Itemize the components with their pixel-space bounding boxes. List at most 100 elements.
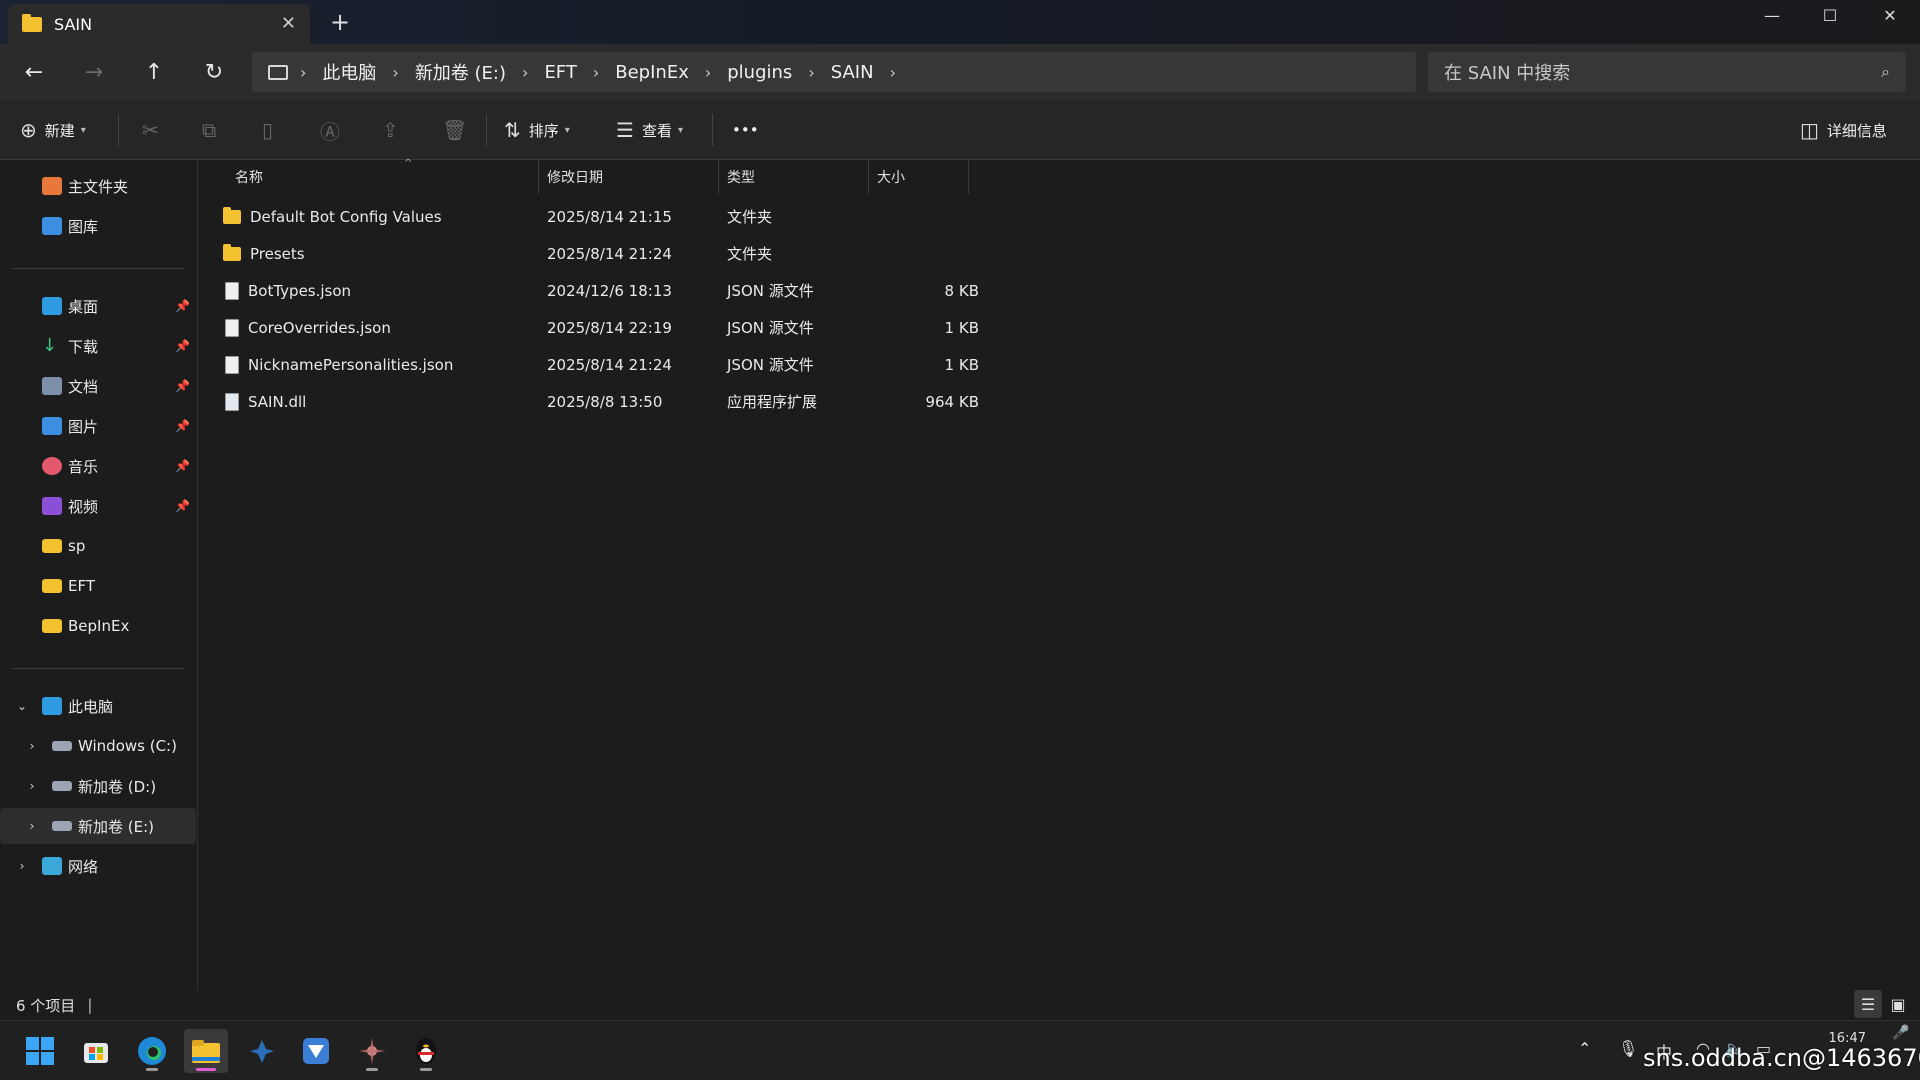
chevron-right-icon[interactable]: ›: [22, 779, 42, 793]
file-modified: 2024/12/6 18:13: [547, 281, 672, 300]
taskbar-app-2[interactable]: [294, 1029, 338, 1073]
taskbar-app-1[interactable]: [240, 1029, 284, 1073]
pin-icon[interactable]: 📌: [175, 499, 190, 513]
computer-icon: [268, 64, 288, 80]
details-pane-button[interactable]: ◫ 详细信息: [1800, 100, 1887, 160]
clipboard-icon: ▯: [262, 118, 274, 142]
tab-close-button[interactable]: ✕: [281, 13, 296, 34]
chevron-right-icon[interactable]: ›: [593, 63, 599, 82]
breadcrumb-this-pc[interactable]: 此电脑: [322, 59, 376, 85]
column-header-modified[interactable]: 修改日期: [539, 160, 719, 194]
chevron-right-icon[interactable]: ›: [300, 63, 306, 82]
chevron-right-icon[interactable]: ›: [22, 739, 42, 753]
file-list: 名称 ^ 修改日期 类型 大小 Default Bot Config Value…: [199, 158, 1920, 990]
more-options-button[interactable]: •••: [732, 100, 759, 160]
column-header-type[interactable]: 类型: [719, 160, 869, 194]
taskbar-edge[interactable]: [130, 1029, 174, 1073]
sidebar-item-drive-c[interactable]: › Windows (C:): [0, 728, 196, 764]
search-icon[interactable]: ⌕: [1881, 62, 1890, 82]
taskbar-file-explorer[interactable]: [184, 1029, 228, 1073]
forward-button[interactable]: →: [74, 54, 114, 90]
new-button[interactable]: ⊕ 新建 ▾: [20, 100, 86, 160]
sort-icon: ⇅: [504, 118, 521, 142]
sidebar-item-bepinex[interactable]: BepInEx: [0, 608, 196, 644]
breadcrumb-eft[interactable]: EFT: [544, 62, 576, 83]
pin-icon[interactable]: 📌: [175, 379, 190, 393]
sidebar-item-eft[interactable]: EFT: [0, 568, 196, 604]
minimize-button[interactable]: —: [1744, 0, 1800, 30]
chevron-right-icon[interactable]: ›: [522, 63, 528, 82]
maximize-button[interactable]: ☐: [1802, 0, 1858, 30]
table-row[interactable]: Default Bot Config Values 2025/8/14 21:1…: [219, 198, 1169, 235]
pin-icon[interactable]: 📌: [175, 459, 190, 473]
table-row[interactable]: NicknamePersonalities.json 2025/8/14 21:…: [219, 346, 1169, 383]
refresh-button[interactable]: ↻: [194, 54, 234, 90]
show-hidden-icons-button[interactable]: ⌃: [1578, 1039, 1591, 1058]
sidebar-item-desktop[interactable]: 桌面 📌: [0, 288, 196, 324]
sidebar-item-this-pc[interactable]: ⌄ 此电脑: [0, 688, 196, 724]
view-button[interactable]: ☰ 查看 ▾: [616, 100, 683, 160]
pin-icon[interactable]: 📌: [175, 339, 190, 353]
taskbar-app-3[interactable]: [350, 1029, 394, 1073]
pin-icon[interactable]: 📌: [175, 299, 190, 313]
file-name: NicknamePersonalities.json: [248, 355, 454, 374]
delete-button[interactable]: 🗑: [442, 100, 475, 160]
tab-title: SAIN: [54, 14, 93, 34]
file-modified: 2025/8/14 21:24: [547, 355, 672, 374]
chevron-right-icon[interactable]: ›: [890, 63, 896, 82]
chevron-right-icon[interactable]: ›: [392, 63, 398, 82]
close-window-button[interactable]: ✕: [1862, 0, 1918, 30]
add-circle-icon: ⊕: [20, 118, 37, 142]
taskbar-qq[interactable]: [404, 1029, 448, 1073]
paste-button[interactable]: ▯: [262, 100, 281, 160]
sidebar-item-sp[interactable]: sp: [0, 528, 196, 564]
breadcrumb-plugins[interactable]: plugins: [727, 62, 792, 83]
table-row[interactable]: SAIN.dll 2025/8/8 13:50 应用程序扩展 964 KB: [219, 383, 1169, 420]
sidebar-item-documents[interactable]: 文档 📌: [0, 368, 196, 404]
breadcrumb-sain[interactable]: SAIN: [831, 62, 874, 83]
column-header-name[interactable]: 名称 ^: [227, 158, 539, 194]
table-row[interactable]: Presets 2025/8/14 21:24 文件夹: [219, 235, 1169, 272]
tiles-view-toggle[interactable]: ▣: [1884, 990, 1912, 1018]
cut-button[interactable]: ✂: [142, 100, 167, 160]
microphone-active-icon[interactable]: 🎤: [1892, 1025, 1909, 1041]
rename-button[interactable]: Ⓐ: [320, 100, 348, 160]
sidebar-item-downloads[interactable]: ↓ 下载 📌: [0, 328, 196, 364]
table-row[interactable]: CoreOverrides.json 2025/8/14 22:19 JSON …: [219, 309, 1169, 346]
sidebar-item-gallery[interactable]: 图库: [0, 208, 196, 244]
tab-sain[interactable]: SAIN ✕: [8, 4, 310, 44]
address-bar[interactable]: › 此电脑 › 新加卷 (E:) › EFT › BepInEx › plugi…: [252, 52, 1416, 92]
windows-logo-icon: [26, 1037, 54, 1065]
breadcrumb-drive-e[interactable]: 新加卷 (E:): [415, 59, 506, 85]
chevron-right-icon[interactable]: ›: [12, 859, 32, 873]
sidebar-item-home[interactable]: 主文件夹: [0, 168, 196, 204]
copy-button[interactable]: ⧉: [202, 100, 224, 160]
table-row[interactable]: BotTypes.json 2024/12/6 18:13 JSON 源文件 8…: [219, 272, 1169, 309]
chevron-right-icon[interactable]: ›: [808, 63, 814, 82]
qq-penguin-icon: [416, 1038, 436, 1064]
home-icon: [42, 177, 62, 195]
share-button[interactable]: ⇪: [382, 100, 407, 160]
sidebar-item-pictures[interactable]: 图片 📌: [0, 408, 196, 444]
sort-button[interactable]: ⇅ 排序 ▾: [504, 100, 570, 160]
sidebar-item-music[interactable]: 音乐 📌: [0, 448, 196, 484]
chevron-down-icon[interactable]: ⌄: [12, 699, 32, 713]
pin-icon[interactable]: 📌: [175, 419, 190, 433]
up-button[interactable]: ↑: [134, 54, 174, 90]
search-input[interactable]: 在 SAIN 中搜索 ⌕: [1428, 52, 1906, 92]
taskbar-store[interactable]: [74, 1029, 118, 1073]
sidebar-item-videos[interactable]: 视频 📌: [0, 488, 196, 524]
sidebar-item-network[interactable]: › 网络: [0, 848, 196, 884]
new-tab-button[interactable]: +: [330, 8, 350, 36]
chevron-right-icon[interactable]: ›: [705, 63, 711, 82]
start-button[interactable]: [18, 1029, 62, 1073]
sidebar-item-drive-e[interactable]: › 新加卷 (E:): [0, 808, 196, 844]
file-name: Presets: [250, 244, 305, 263]
microphone-icon[interactable]: 🎙: [1618, 1039, 1638, 1058]
sidebar-item-drive-d[interactable]: › 新加卷 (D:): [0, 768, 196, 804]
back-button[interactable]: ←: [14, 54, 54, 90]
chevron-right-icon[interactable]: ›: [22, 819, 42, 833]
details-view-toggle[interactable]: ☰: [1854, 990, 1882, 1018]
column-header-size[interactable]: 大小: [869, 160, 969, 194]
breadcrumb-bepinex[interactable]: BepInEx: [615, 62, 689, 83]
